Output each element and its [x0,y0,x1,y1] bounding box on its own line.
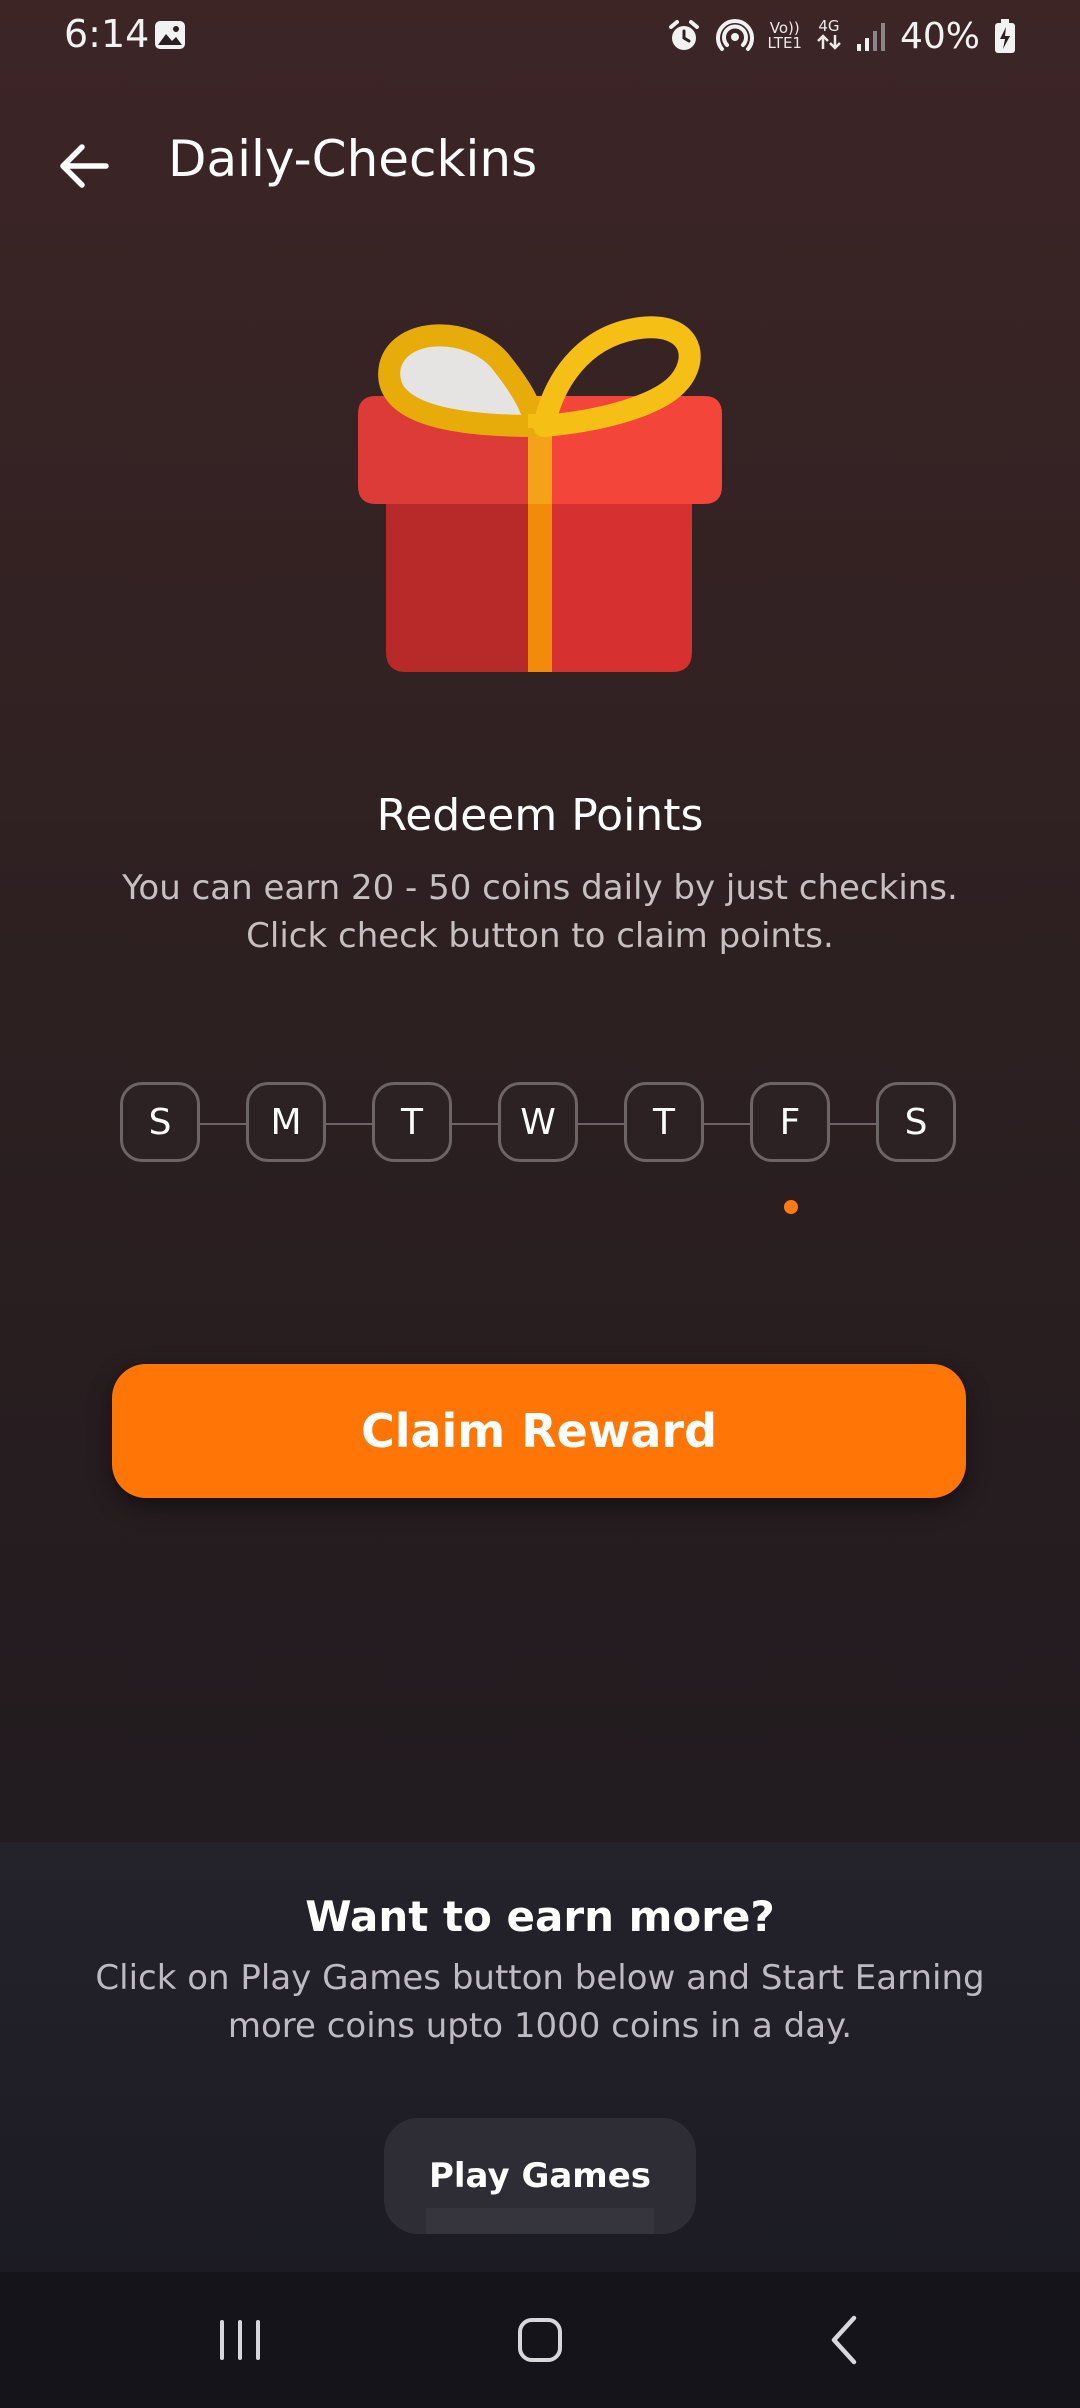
volte-indicator: Vo)) LTE1 [768,21,802,51]
battery-percentage: 40% [899,15,980,57]
page-title: Daily-Checkins [168,130,538,188]
day-monday: M [246,1082,326,1162]
day-friday: F [750,1082,830,1162]
week-checkin-tracker: S M T W T F S [120,1082,960,1166]
status-icons: Vo)) LTE1 4G 40% [666,14,1017,58]
day-saturday: S [876,1082,956,1162]
current-day-indicator [784,1200,798,1214]
signal-icon [856,23,885,51]
status-time: 6:14 [64,12,150,56]
day-sunday: S [120,1082,200,1162]
play-games-label: Play Games [428,2156,652,2196]
day-tuesday: T [372,1082,452,1162]
redeem-description: You can earn 20 - 50 coins daily by just… [122,868,958,956]
system-navigation-bar [0,2272,1080,2408]
hotspot-icon [715,19,754,51]
status-bar: 6:14 Vo)) LTE1 4G 40% [0,0,1080,72]
alarm-icon [668,20,699,50]
back-nav-icon[interactable] [814,2308,878,2372]
data-arrows-icon [817,33,841,50]
battery-charging-icon [995,19,1015,53]
data-indicator: 4G [816,16,842,54]
claim-reward-button[interactable]: Claim Reward [112,1364,966,1498]
gift-icon [358,316,722,672]
play-games-underline [426,2208,654,2234]
play-games-button[interactable]: Play Games [384,2118,696,2234]
day-thursday: T [624,1082,704,1162]
earn-more-panel: Want to earn more? Click on Play Games b… [0,1842,1080,2272]
home-icon[interactable] [508,2308,572,2372]
day-wednesday: W [498,1082,578,1162]
network-type-label: 4G [818,16,840,35]
gallery-icon [155,21,185,49]
recent-apps-icon[interactable] [208,2308,272,2372]
back-arrow-icon[interactable] [56,138,112,194]
redeem-title: Redeem Points [376,790,704,841]
earn-more-title: Want to earn more? [305,1892,775,1941]
lte-label: LTE1 [767,34,802,52]
earn-more-description: Click on Play Games button below and Sta… [95,1958,985,2046]
